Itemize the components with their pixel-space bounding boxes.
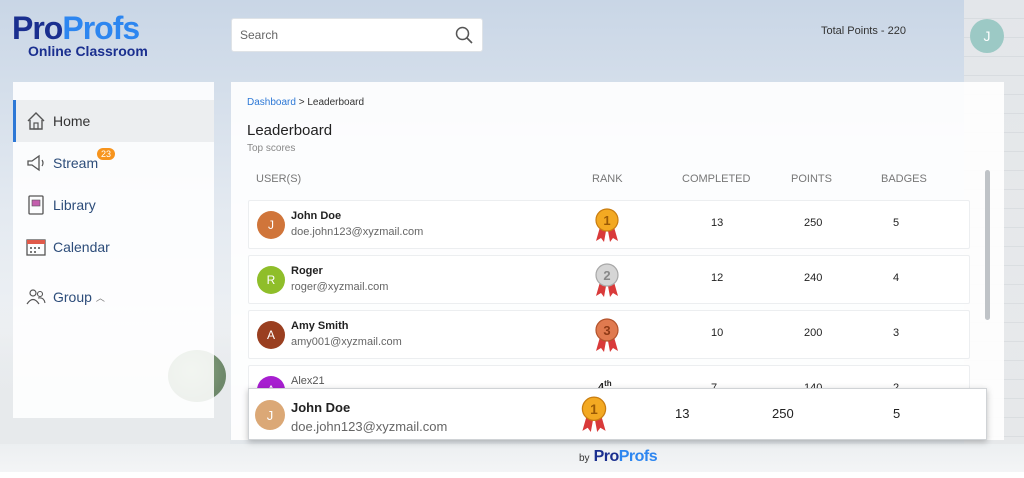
breadcrumb-current: Leaderboard — [307, 97, 365, 108]
sidebar-item-group[interactable]: Group ︿ — [13, 276, 214, 318]
logo-pro-text: Pro — [12, 10, 63, 46]
user-name: John Doe — [291, 210, 342, 222]
breadcrumb-dashboard-link[interactable]: Dashboard — [247, 97, 296, 108]
column-header-rank: RANK — [592, 173, 623, 185]
user-email: amy001@xyzmail.com — [291, 336, 402, 348]
avatar: R — [257, 266, 285, 294]
avatar: J — [255, 400, 285, 430]
user-email: doe.john123@xyzmail.com — [291, 226, 424, 238]
user-email: doe.john123@xyzmail.com — [291, 419, 448, 434]
avatar: J — [257, 211, 285, 239]
sidebar-item-stream[interactable]: Stream 23 — [13, 142, 214, 184]
logo-wordmark: ProProfs — [12, 12, 152, 44]
medal-rank-number: 1 — [603, 213, 610, 228]
chevron-up-icon[interactable]: ︿ — [96, 291, 105, 304]
medal-rank-number: 2 — [603, 268, 610, 283]
avatar: A — [257, 321, 285, 349]
user-name: Alex21 — [291, 375, 325, 387]
powered-by-text: by — [579, 453, 590, 464]
sidebar-item-label: Calendar — [53, 239, 110, 255]
logo-subtitle: Online Classroom — [28, 43, 148, 59]
sidebar-item-label: Home — [53, 113, 91, 129]
points-value: 240 — [804, 272, 823, 284]
sidebar: Home Stream 23 Library Calendar Group ︿ — [13, 82, 214, 418]
user-name: John Doe — [291, 400, 351, 415]
sidebar-item-label: Stream — [53, 155, 99, 171]
proprofs-logo[interactable]: ProProfs Online Classroom — [12, 12, 152, 58]
footer-brand-pro: Pro — [593, 448, 620, 465]
book-icon — [25, 194, 47, 216]
badges-count: 4 — [893, 272, 900, 284]
medal-rank-number: 3 — [603, 323, 610, 338]
completed-count: 10 — [711, 327, 724, 339]
column-header-points: POINTS — [791, 173, 832, 185]
sidebar-item-label: Library — [53, 197, 96, 213]
search-input[interactable] — [240, 28, 454, 42]
logo-profs-text: Profs — [62, 10, 140, 46]
search-icon[interactable] — [454, 25, 474, 45]
badges-count: 5 — [893, 406, 901, 421]
points-value: 250 — [772, 406, 794, 421]
table-row: A Amy Smith amy001@xyzmail.com 3 10 200 … — [248, 310, 970, 359]
current-user-row: J John Doe doe.john123@xyzmail.com 1 13 … — [248, 388, 987, 440]
megaphone-icon — [25, 152, 47, 174]
silver-medal-icon: 2 — [595, 263, 619, 297]
total-points: Total Points - 220 — [821, 25, 906, 37]
rank-suffix: th — [604, 379, 612, 388]
calendar-icon — [25, 236, 47, 258]
page-title: Leaderboard — [247, 122, 333, 139]
group-icon — [25, 286, 47, 308]
table-row: J John Doe doe.john123@xyzmail.com 1 13 … — [248, 200, 970, 249]
column-header-badges: BADGES — [881, 173, 927, 185]
sidebar-item-label: Group — [53, 289, 92, 305]
breadcrumb: Dashboard > Leaderboard — [247, 97, 364, 108]
breadcrumb-separator: > — [295, 97, 308, 108]
bottom-strip — [0, 472, 1024, 478]
search-box[interactable] — [231, 18, 483, 52]
table-header: USER(S) RANK COMPLETED POINTS BADGES — [248, 171, 988, 193]
powered-by-brand[interactable]: by Pro Profs — [579, 448, 658, 466]
home-icon — [25, 110, 47, 132]
bronze-medal-icon: 3 — [595, 318, 619, 352]
badges-count: 5 — [893, 217, 900, 229]
sidebar-item-home[interactable]: Home — [13, 100, 214, 142]
completed-count: 12 — [711, 272, 724, 284]
medal-rank-number: 1 — [590, 402, 598, 417]
footer-brand-profs: Profs — [618, 448, 658, 465]
gold-medal-icon: 1 — [581, 396, 607, 432]
main-panel: Dashboard > Leaderboard Leaderboard Top … — [231, 82, 1004, 440]
column-header-users: USER(S) — [256, 173, 302, 185]
page-subtitle: Top scores — [247, 143, 296, 154]
completed-count: 13 — [675, 406, 690, 421]
sidebar-item-library[interactable]: Library — [13, 184, 214, 226]
sidebar-item-calendar[interactable]: Calendar — [13, 226, 214, 268]
user-name: Roger — [291, 265, 323, 277]
user-email: roger@xyzmail.com — [291, 281, 389, 293]
completed-count: 13 — [711, 217, 724, 229]
points-value: 250 — [804, 217, 823, 229]
points-value: 200 — [804, 327, 823, 339]
table-scrollbar[interactable] — [985, 170, 990, 320]
stream-count-badge: 23 — [97, 148, 116, 160]
user-name: Amy Smith — [291, 320, 349, 332]
column-header-completed: COMPLETED — [682, 173, 751, 185]
table-row: R Roger roger@xyzmail.com 2 12 240 4 — [248, 255, 970, 304]
badges-count: 3 — [893, 327, 900, 339]
user-avatar[interactable]: J — [970, 19, 1004, 53]
gold-medal-icon: 1 — [595, 208, 619, 242]
